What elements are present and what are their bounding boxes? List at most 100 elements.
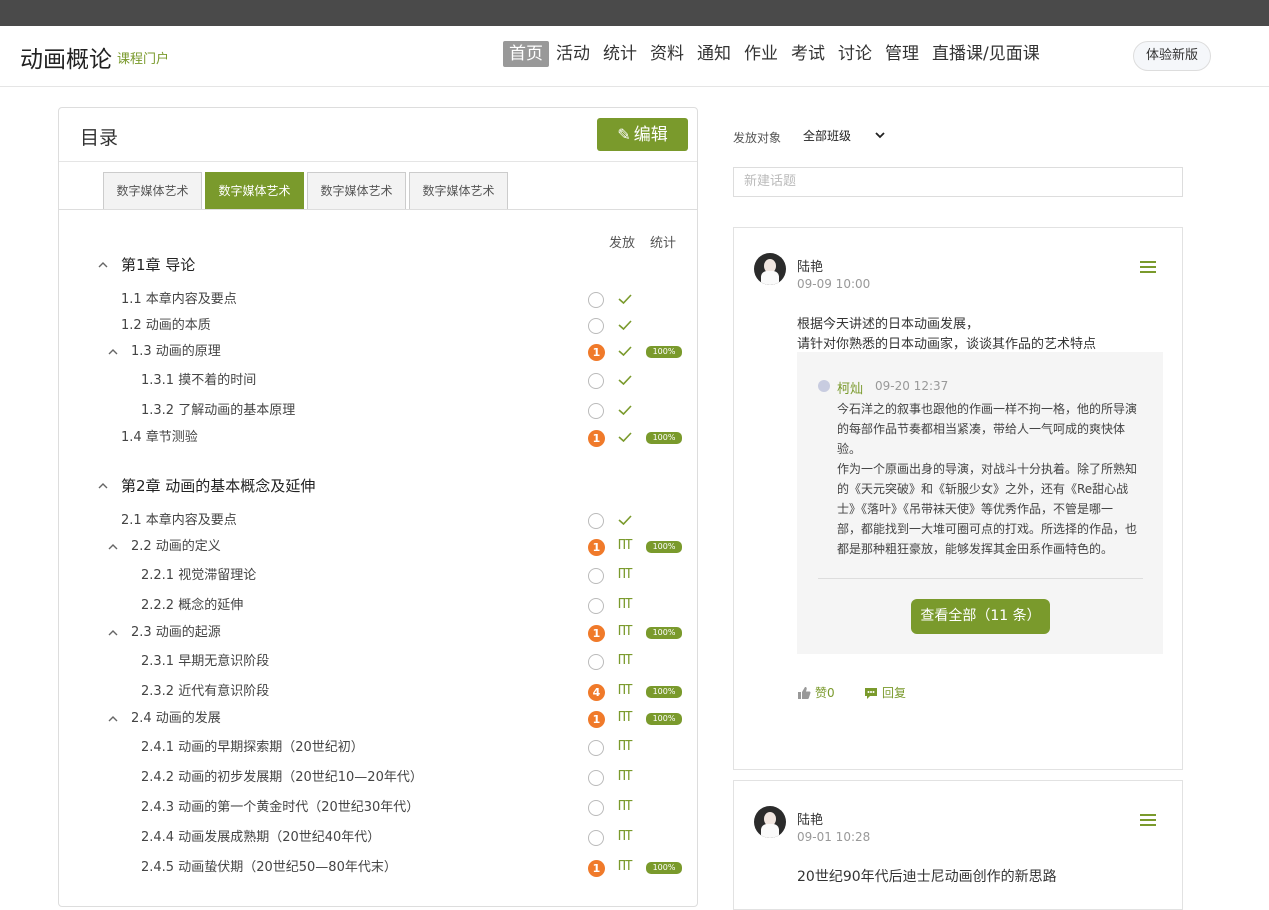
toc-item[interactable]: 2.3.2 近代有意识阶段 4 ПТ 100%	[59, 682, 697, 702]
toc-item-label: 1.1 本章内容及要点	[121, 292, 237, 307]
toc-item[interactable]: 2.4.4 动画发展成熟期（20世纪40年代） ПТ	[59, 828, 697, 848]
post-author[interactable]: 陆艳	[797, 256, 823, 275]
status-circle-icon	[588, 403, 604, 419]
toc-item[interactable]: 1.2 动画的本质	[59, 316, 697, 336]
check-icon[interactable]	[616, 290, 634, 308]
chevron-up-icon[interactable]	[105, 539, 121, 555]
tab-course[interactable]: 数字媒体艺术	[409, 172, 508, 210]
nav-item[interactable]: 首页	[503, 41, 549, 67]
check-icon[interactable]	[616, 342, 634, 360]
try-new-version-button[interactable]: 体验新版	[1133, 41, 1211, 71]
check-icon[interactable]	[616, 371, 634, 389]
toc-item-label: 2.3 动画的起源	[131, 625, 221, 640]
publish-icon[interactable]: ПТ	[618, 597, 633, 612]
toc-item-label: 2.2.2 概念的延伸	[141, 598, 244, 613]
toc-item[interactable]: 2.4.5 动画蛰伏期（20世纪50—80年代末） 1 ПТ 100%	[59, 858, 697, 878]
nav-item[interactable]: 考试	[785, 41, 831, 67]
toc-item[interactable]: 2.2.2 概念的延伸 ПТ	[59, 596, 697, 616]
stats-badge[interactable]: 100%	[646, 686, 682, 698]
nav-item[interactable]: 讨论	[832, 41, 878, 67]
publish-icon[interactable]: ПТ	[618, 538, 633, 553]
chevron-up-icon[interactable]	[95, 257, 111, 273]
publish-icon[interactable]: ПТ	[618, 567, 633, 582]
nav-item[interactable]: 管理	[879, 41, 925, 67]
toc-item[interactable]: 2.2 动画的定义 1 ПТ 100%	[59, 537, 697, 557]
toc-item[interactable]: 2.3 动画的起源 1 ПТ 100%	[59, 623, 697, 643]
edit-button[interactable]: ✎ 编辑	[597, 118, 688, 151]
toc-item[interactable]: 1.4 章节测验 1 100%	[59, 428, 697, 448]
nav-item[interactable]: 资料	[644, 41, 690, 67]
chevron-up-icon[interactable]	[105, 625, 121, 641]
nav-item[interactable]: 活动	[550, 41, 596, 67]
toc-item[interactable]: 1.3.1 摸不着的时间	[59, 371, 697, 391]
tab-course[interactable]: 数字媒体艺术	[205, 172, 304, 209]
top-bar	[0, 0, 1269, 26]
toc-item[interactable]: 2.4.3 动画的第一个黄金时代（20世纪30年代） ПТ	[59, 798, 697, 818]
distribution-label: 发放对象	[733, 131, 782, 145]
like-button[interactable]: 赞0	[797, 684, 835, 701]
status-circle-icon	[588, 740, 604, 756]
publish-icon[interactable]: ПТ	[618, 739, 633, 754]
toc-chapter[interactable]: 第2章 动画的基本概念及延伸	[59, 476, 697, 496]
menu-icon[interactable]	[1140, 261, 1156, 273]
count-badge: 1	[588, 344, 605, 361]
view-all-button[interactable]: 查看全部（11 条）	[911, 599, 1050, 634]
status-circle-icon	[588, 318, 604, 334]
post-text-line: 20世纪90年代后迪士尼动画创作的新思路	[797, 869, 1057, 885]
new-topic-input[interactable]: 新建话题	[733, 167, 1183, 197]
chevron-up-icon[interactable]	[105, 711, 121, 727]
course-portal-link[interactable]: 课程门户	[117, 48, 169, 67]
stats-badge[interactable]: 100%	[646, 346, 682, 358]
course-header: 动画概论 课程门户 首页 活动 统计 资料 通知 作业 考试 讨论 管理 直播课/见面课 体验新版	[0, 26, 1269, 87]
nav-item[interactable]: 作业	[738, 41, 784, 67]
menu-icon[interactable]	[1140, 814, 1156, 826]
toc-item[interactable]: 2.4.2 动画的初步发展期（20世纪10—20年代） ПТ	[59, 768, 697, 788]
discussion-panel: 发放对象 全部班级 新建话题 陆艳 09-09 10:00 根据今天讲述的日本动…	[733, 107, 1183, 910]
toc-item[interactable]: 2.2.1 视觉滞留理论 ПТ	[59, 566, 697, 586]
publish-icon[interactable]: ПТ	[618, 624, 633, 639]
toc-chapter[interactable]: 第1章 导论	[59, 255, 697, 275]
stats-badge[interactable]: 100%	[646, 713, 682, 725]
nav-item[interactable]: 直播课/见面课	[926, 41, 1046, 67]
toc-item[interactable]: 1.3.2 了解动画的基本原理	[59, 401, 697, 421]
nav-item[interactable]: 通知	[691, 41, 737, 67]
stats-badge[interactable]: 100%	[646, 627, 682, 639]
status-circle-icon	[588, 654, 604, 670]
toc-item-label: 2.3.1 早期无意识阶段	[141, 654, 270, 669]
toc-item[interactable]: 2.1 本章内容及要点	[59, 511, 697, 531]
check-icon[interactable]	[616, 316, 634, 334]
publish-icon[interactable]: ПТ	[618, 769, 633, 784]
publish-icon[interactable]: ПТ	[618, 799, 633, 814]
publish-icon[interactable]: ПТ	[618, 829, 633, 844]
distribution-select[interactable]: 全部班级	[803, 127, 893, 144]
toc-item[interactable]: 2.4 动画的发展 1 ПТ 100%	[59, 709, 697, 729]
avatar[interactable]	[754, 253, 786, 285]
stats-badge[interactable]: 100%	[646, 432, 682, 444]
stats-badge[interactable]: 100%	[646, 541, 682, 553]
check-icon[interactable]	[616, 401, 634, 419]
avatar[interactable]	[754, 806, 786, 838]
publish-icon[interactable]: ПТ	[618, 710, 633, 725]
reply-button[interactable]: 回复	[864, 684, 906, 701]
tab-course[interactable]: 数字媒体艺术	[307, 172, 406, 210]
status-circle-icon	[588, 830, 604, 846]
check-icon[interactable]	[616, 428, 634, 446]
reply-author[interactable]: 柯灿	[837, 378, 863, 397]
status-circle-icon	[588, 770, 604, 786]
publish-icon[interactable]: ПТ	[618, 859, 633, 874]
chevron-up-icon[interactable]	[95, 478, 111, 494]
toc-item[interactable]: 1.1 本章内容及要点	[59, 290, 697, 310]
chevron-up-icon[interactable]	[105, 344, 121, 360]
toc-item-label: 2.3.2 近代有意识阶段	[141, 684, 270, 699]
toc-item[interactable]: 2.4.1 动画的早期探索期（20世纪初） ПТ	[59, 738, 697, 758]
post-author[interactable]: 陆艳	[797, 809, 823, 828]
toc-item[interactable]: 1.3 动画的原理 1 100%	[59, 342, 697, 362]
toc-item-label: 2.2 动画的定义	[131, 539, 221, 554]
nav-item[interactable]: 统计	[597, 41, 643, 67]
toc-item[interactable]: 2.3.1 早期无意识阶段 ПТ	[59, 652, 697, 672]
publish-icon[interactable]: ПТ	[618, 653, 633, 668]
check-icon[interactable]	[616, 511, 634, 529]
publish-icon[interactable]: ПТ	[618, 683, 633, 698]
tab-course[interactable]: 数字媒体艺术	[103, 172, 202, 210]
stats-badge[interactable]: 100%	[646, 862, 682, 874]
